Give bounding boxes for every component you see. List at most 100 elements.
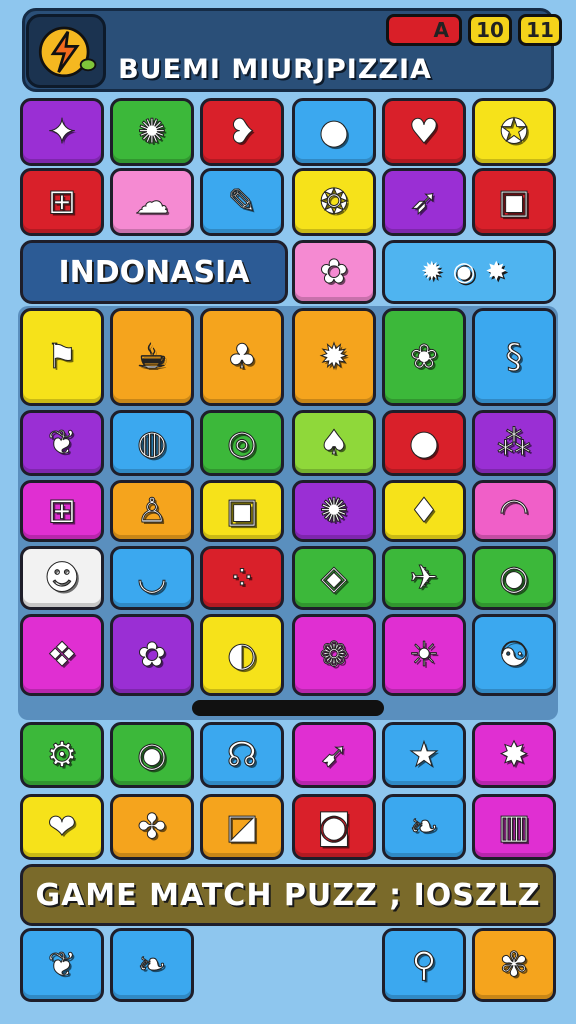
face-icon: ☻ bbox=[44, 558, 80, 598]
game-tile[interactable]: ❧ bbox=[110, 928, 194, 1002]
game-tile[interactable]: ◉ bbox=[472, 546, 556, 610]
game-banner: GAME MATCH PUZZ ; IOSZLZ bbox=[20, 864, 556, 926]
game-tile[interactable]: ❦ bbox=[20, 410, 104, 476]
game-tile[interactable]: ⁂ bbox=[472, 410, 556, 476]
game-tile[interactable]: ❦ bbox=[20, 928, 104, 1002]
lightning-icon bbox=[38, 26, 97, 78]
leaf-icon: ❧ bbox=[409, 807, 439, 847]
cone-icon: ✸ bbox=[499, 735, 529, 775]
puzzle-icon: ✤ bbox=[137, 807, 167, 847]
game-tile[interactable]: ♠ bbox=[292, 410, 376, 476]
game-tile[interactable]: ✺ bbox=[292, 480, 376, 542]
game-tile[interactable]: ◉ bbox=[110, 722, 194, 788]
moves-counter: 11 bbox=[518, 14, 562, 46]
fruits-icon: ● bbox=[409, 423, 440, 463]
game-tile[interactable]: ➹ bbox=[292, 722, 376, 788]
game-tile[interactable]: ◪ bbox=[200, 794, 284, 860]
melon-icon: ◡ bbox=[137, 558, 168, 598]
sun-icon: ✺ bbox=[319, 491, 349, 531]
game-tile[interactable]: ✿ bbox=[110, 614, 194, 696]
powerup-banner[interactable]: ✹◉✸ bbox=[382, 240, 556, 304]
game-tile[interactable]: ✪ bbox=[472, 98, 556, 166]
game-tile[interactable]: ❂ bbox=[292, 168, 376, 236]
map-icon: ☁ bbox=[135, 182, 170, 222]
balloon-icon: ♠ bbox=[318, 423, 350, 463]
swirl-icon: § bbox=[505, 337, 523, 377]
game-tile[interactable]: ▣ bbox=[200, 480, 284, 542]
palm-tree-icon: ♣ bbox=[226, 337, 258, 377]
game-tile[interactable]: ✦ bbox=[20, 98, 104, 166]
game-tile[interactable]: ☀ bbox=[382, 614, 466, 696]
racket-icon: ✎ bbox=[227, 182, 257, 222]
game-tile[interactable]: ◡ bbox=[110, 546, 194, 610]
leaf-icon: ✦ bbox=[47, 112, 77, 152]
game-tile[interactable]: § bbox=[472, 308, 556, 406]
game-tile[interactable]: ⊞ bbox=[20, 168, 104, 236]
tooth-icon: ☊ bbox=[226, 735, 258, 775]
bulb-icon: ✹ bbox=[319, 337, 349, 377]
game-tile[interactable]: ❤ bbox=[20, 794, 104, 860]
game-tile[interactable]: ◈ bbox=[292, 546, 376, 610]
game-tile[interactable]: ◍ bbox=[110, 410, 194, 476]
game-tile[interactable]: ☻ bbox=[20, 546, 104, 610]
game-tile[interactable]: ☯ bbox=[472, 614, 556, 696]
game-tile[interactable]: ❥ bbox=[200, 98, 284, 166]
game-tile[interactable]: ☁ bbox=[110, 168, 194, 236]
game-tile[interactable]: ● bbox=[382, 410, 466, 476]
game-tile[interactable]: ♣ bbox=[200, 308, 284, 406]
game-tile[interactable]: ⚲ bbox=[382, 928, 466, 1002]
game-tile[interactable]: ✹ bbox=[292, 308, 376, 406]
game-tile[interactable]: ⁘ bbox=[200, 546, 284, 610]
game-tile[interactable]: ◠ bbox=[472, 480, 556, 542]
game-tile[interactable]: ♙ bbox=[110, 480, 194, 542]
berries-icon: ⁂ bbox=[497, 423, 532, 463]
game-tile[interactable]: ♦ bbox=[382, 480, 466, 542]
game-tile[interactable]: ☕ bbox=[110, 308, 194, 406]
game-tile[interactable]: ✾ bbox=[472, 928, 556, 1002]
game-tile[interactable]: ◐ bbox=[200, 614, 284, 696]
game-tile[interactable]: ▣ bbox=[472, 168, 556, 236]
game-tile[interactable]: ✎ bbox=[200, 168, 284, 236]
fruit-icon: ❂ bbox=[319, 182, 349, 222]
game-tile[interactable]: ✿ bbox=[292, 240, 376, 304]
eye-icon: ◉ bbox=[499, 558, 530, 598]
game-tile[interactable]: ◎ bbox=[200, 410, 284, 476]
game-tile[interactable]: ⚑ bbox=[20, 308, 104, 406]
cherries-icon: ❁ bbox=[319, 635, 349, 675]
game-tile[interactable]: ♥ bbox=[382, 98, 466, 166]
rainbow-icon: ◠ bbox=[499, 491, 530, 531]
heart-bubble-icon: ❥ bbox=[227, 112, 257, 152]
game-tile[interactable]: ● bbox=[292, 98, 376, 166]
game-tile[interactable]: ✤ bbox=[110, 794, 194, 860]
game-tile[interactable]: ☊ bbox=[200, 722, 284, 788]
game-tile[interactable]: ⚙ bbox=[20, 722, 104, 788]
bird-icon: ❦ bbox=[47, 945, 77, 985]
gear-icon: ✿ bbox=[319, 252, 349, 292]
bars-icon: ▥ bbox=[497, 807, 531, 847]
sunflower-icon: ❀ bbox=[409, 337, 439, 377]
game-tile[interactable]: ⊞ bbox=[20, 480, 104, 542]
game-tile[interactable]: ◙ bbox=[292, 794, 376, 860]
game-tile[interactable]: ❧ bbox=[382, 794, 466, 860]
window-icon: ◪ bbox=[225, 807, 259, 847]
game-tile[interactable]: ✈ bbox=[382, 546, 466, 610]
globe-icon: ◍ bbox=[137, 423, 168, 463]
leaf-icon: ❧ bbox=[137, 945, 167, 985]
game-tile[interactable]: ❁ bbox=[292, 614, 376, 696]
chat-icon: ❖ bbox=[46, 635, 78, 675]
game-tile[interactable]: ✺ bbox=[110, 98, 194, 166]
game-tile[interactable]: ❀ bbox=[382, 308, 466, 406]
flowers-icon: ✿ bbox=[137, 635, 167, 675]
sun-icon: ✺ bbox=[137, 112, 167, 152]
game-tile[interactable]: ▥ bbox=[472, 794, 556, 860]
game-tile[interactable]: ✸ bbox=[472, 722, 556, 788]
game-tile[interactable]: ★ bbox=[382, 722, 466, 788]
calendar-icon: ▣ bbox=[497, 182, 531, 222]
star-icon: ★ bbox=[408, 735, 440, 775]
target-icon: ◎ bbox=[227, 423, 258, 463]
sun-face-icon: ☀ bbox=[408, 635, 440, 675]
game-tile[interactable]: ❖ bbox=[20, 614, 104, 696]
game-logo[interactable] bbox=[26, 14, 106, 88]
game-tile[interactable]: ➶ bbox=[382, 168, 466, 236]
camera-icon: ◙ bbox=[317, 807, 351, 847]
